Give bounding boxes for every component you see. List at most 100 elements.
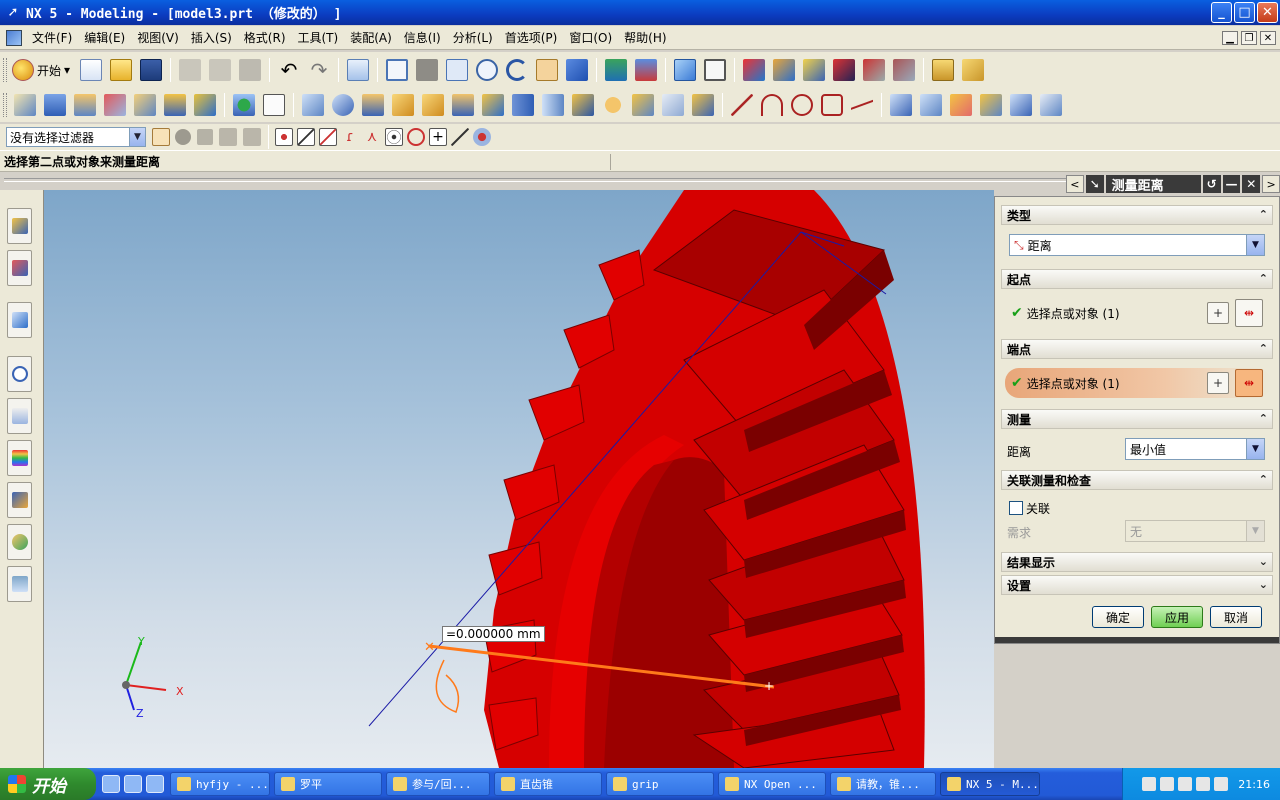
reuse-library-tab[interactable] [7, 398, 32, 434]
edge-blend-icon[interactable] [362, 94, 384, 116]
datum-plane-icon[interactable] [164, 94, 186, 116]
toolbar-grip[interactable] [3, 93, 7, 117]
new-file-icon[interactable] [80, 59, 103, 81]
tray-icon[interactable] [1178, 777, 1193, 791]
end-select-object-button[interactable]: ⇹ [1235, 369, 1263, 397]
type-section-header[interactable]: 类型 ⌃ [1001, 205, 1273, 225]
zoom-in-out-icon[interactable] [476, 59, 499, 81]
menu-insert[interactable]: 插入(S) [185, 29, 238, 46]
dialog-close-icon[interactable]: ✕ [1242, 175, 1261, 193]
menu-information[interactable]: 信息(I) [398, 29, 447, 46]
taskbar-item[interactable]: 请教，锥... [830, 772, 936, 796]
taskbar-item[interactable]: grip [606, 772, 714, 796]
toolbar-grip[interactable] [3, 58, 7, 82]
block-icon[interactable] [302, 94, 324, 116]
menu-edit[interactable]: 编辑(E) [78, 29, 131, 46]
render-style-icon[interactable] [704, 59, 727, 81]
arc-icon[interactable] [761, 94, 783, 116]
menu-tools[interactable]: 工具(T) [292, 29, 345, 46]
trim-body-icon[interactable] [542, 94, 564, 116]
snap-end-point-icon[interactable] [297, 128, 315, 146]
wcs-icon[interactable] [743, 59, 766, 81]
end-point-select[interactable]: ✔ 选择点或对象 (1) [1005, 368, 1271, 398]
cancel-button[interactable]: 取消 [1210, 606, 1262, 628]
close-button[interactable]: ✕ [1257, 2, 1278, 23]
measure-angle-icon[interactable] [962, 59, 985, 81]
point-constructor-button[interactable]: + [1207, 372, 1229, 394]
ruled-icon[interactable] [980, 94, 1002, 116]
result-display-section-header[interactable]: 结果显示 ⌄ [1001, 552, 1273, 572]
sweep-icon[interactable] [104, 94, 126, 116]
split-body-icon[interactable] [662, 94, 684, 116]
deselect-icon[interactable] [197, 129, 213, 145]
doc-restore-icon[interactable]: ❐ [1241, 31, 1257, 45]
spline-icon[interactable] [851, 94, 873, 116]
point-constructor-icon[interactable] [473, 128, 491, 146]
wcs-display-icon[interactable] [893, 59, 916, 81]
assembly-navigator-tab[interactable] [7, 208, 32, 244]
draft-icon[interactable] [512, 94, 534, 116]
measure-section-header[interactable]: 测量 ⌃ [1001, 409, 1273, 429]
rotate-icon[interactable] [506, 59, 529, 81]
taskbar-item-active[interactable]: NX 5 - M... [940, 772, 1040, 796]
snap-control-point-icon[interactable]: ɾ [341, 128, 359, 146]
wcs-orient-icon[interactable] [833, 59, 856, 81]
apply-button[interactable]: 应用 [1151, 606, 1203, 628]
chevron-right-icon[interactable]: > [1262, 175, 1280, 193]
end-point-section-header[interactable]: 端点 ⌃ [1001, 339, 1273, 359]
wcs-dynamic-icon[interactable] [863, 59, 886, 81]
redo-icon[interactable]: ↷ [308, 59, 330, 81]
tray-icon[interactable] [1160, 777, 1175, 791]
plane-icon[interactable] [263, 94, 285, 116]
doc-close-icon[interactable]: ✕ [1260, 31, 1276, 45]
datum-csys-icon[interactable] [194, 94, 216, 116]
history-tab[interactable] [7, 356, 32, 392]
surface-icon[interactable] [134, 94, 156, 116]
menu-help[interactable]: 帮助(H) [618, 29, 672, 46]
roles-tab[interactable] [7, 524, 32, 560]
information-icon[interactable] [347, 59, 370, 81]
zoom-window-icon[interactable] [416, 59, 439, 81]
snap-point-icon[interactable] [219, 128, 237, 146]
open-folder-icon[interactable] [110, 59, 133, 81]
wcs-rotate-icon[interactable] [803, 59, 826, 81]
pan-icon[interactable] [536, 59, 559, 81]
windows-start-button[interactable]: 开始 [0, 768, 96, 800]
circle-icon[interactable] [791, 94, 813, 116]
quick-launch-icon[interactable] [146, 775, 164, 793]
snap-arc-center-icon[interactable] [385, 128, 403, 146]
zoom-icon[interactable] [446, 59, 469, 81]
selection-filter-dropdown[interactable]: 没有选择过滤器 ▼ [6, 127, 146, 147]
tray-icon[interactable] [1142, 777, 1157, 791]
point-icon[interactable] [233, 94, 255, 116]
tray-icon[interactable] [1214, 777, 1229, 791]
reset-icon[interactable]: ↺ [1202, 175, 1221, 193]
orient-view-icon[interactable] [674, 59, 697, 81]
save-icon[interactable] [140, 59, 163, 81]
minimize-button[interactable]: _ [1211, 2, 1232, 23]
start-button[interactable]: 开始 ▾ [12, 59, 70, 81]
menu-assemblies[interactable]: 装配(A) [344, 29, 398, 46]
taskbar-item[interactable]: 罗平 [274, 772, 382, 796]
cylinder-icon[interactable] [332, 94, 354, 116]
undo-icon[interactable]: ↶ [278, 59, 300, 81]
line-icon[interactable] [731, 94, 753, 116]
polygon-icon[interactable] [821, 94, 843, 116]
type-filter-icon[interactable] [152, 128, 170, 146]
maximize-button[interactable]: □ [1234, 2, 1255, 23]
quick-pick-icon[interactable] [243, 128, 261, 146]
thicken-icon[interactable] [482, 94, 504, 116]
menu-analysis[interactable]: 分析(L) [447, 29, 499, 46]
wcs-origin-icon[interactable] [773, 59, 796, 81]
start-point-select[interactable]: ✔ 选择点或对象 (1) [1005, 298, 1271, 328]
cut-icon[interactable] [179, 59, 202, 81]
quick-launch-icon[interactable] [102, 775, 120, 793]
measure-distance-icon[interactable] [932, 59, 955, 81]
taskbar-item[interactable]: 参与/回... [386, 772, 490, 796]
paste-icon[interactable] [239, 59, 262, 81]
associative-section-header[interactable]: 关联测量和检查 ⌃ [1001, 470, 1273, 490]
surface-grid-icon[interactable] [890, 94, 912, 116]
hole-icon[interactable] [422, 94, 444, 116]
menu-format[interactable]: 格式(R) [238, 29, 292, 46]
start-select-object-button[interactable]: ⇹ [1235, 299, 1263, 327]
